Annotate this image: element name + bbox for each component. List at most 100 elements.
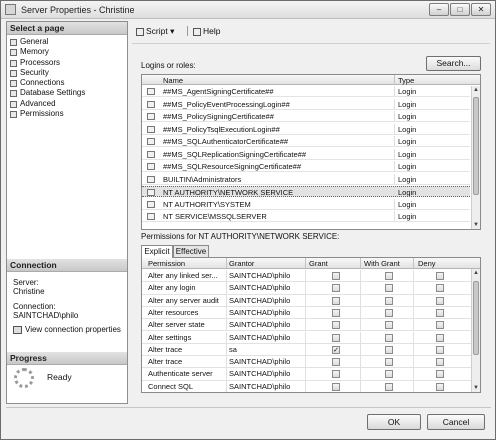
login-row[interactable]: NT AUTHORITY\SYSTEM Login: [142, 198, 470, 210]
column-divider: [226, 294, 227, 307]
with-grant-checkbox[interactable]: [385, 308, 393, 317]
column-divider: [413, 258, 414, 268]
page-item-advanced[interactable]: Advanced: [9, 99, 127, 109]
with-grant-checkbox[interactable]: [385, 272, 393, 280]
grant-checkbox[interactable]: [332, 333, 340, 342]
grant-checkbox[interactable]: [332, 321, 340, 330]
grant-checkbox[interactable]: [332, 272, 340, 280]
page-item-security[interactable]: Security: [9, 68, 127, 78]
permission-row[interactable]: Alter any linked ser... SAINTCHAD\philo: [142, 270, 472, 283]
permissions-grid[interactable]: Permission Grantor Grant With Grant Deny…: [141, 257, 481, 393]
login-row[interactable]: BUILTIN\Administrators Login: [142, 173, 470, 185]
permission-row[interactable]: Connect SQL SAINTCHAD\philo: [142, 380, 472, 392]
login-row[interactable]: NT AUTHORITY\NETWORK SERVICE Login: [142, 186, 470, 198]
progress-status: Ready: [47, 372, 72, 382]
grant-checkbox[interactable]: [332, 382, 340, 391]
permissions-scrollbar[interactable]: ▲ ▼: [471, 269, 480, 392]
column-divider: [360, 258, 361, 268]
page-icon: [10, 39, 17, 46]
permission-row[interactable]: Alter resources SAINTCHAD\philo: [142, 306, 472, 320]
with-grant-checkbox[interactable]: [385, 370, 393, 379]
column-header-permission[interactable]: Permission: [148, 259, 185, 268]
column-header-deny[interactable]: Deny: [418, 259, 436, 268]
grant-checkbox[interactable]: [332, 284, 340, 293]
column-header-name[interactable]: Name: [163, 76, 183, 85]
column-divider: [226, 282, 227, 295]
script-button[interactable]: Script ▾: [136, 26, 174, 37]
minimize-button[interactable]: –: [429, 3, 449, 16]
cancel-button[interactable]: Cancel: [427, 414, 485, 430]
login-row[interactable]: ##MS_AgentSigningCertificate## Login: [142, 86, 470, 98]
with-grant-checkbox[interactable]: [385, 284, 393, 293]
scroll-up-icon[interactable]: ▲: [472, 86, 480, 95]
page-item-permissions[interactable]: Permissions: [9, 109, 127, 119]
with-grant-checkbox[interactable]: [385, 333, 393, 342]
title-bar[interactable]: Server Properties - Christine – □ ✕: [1, 1, 495, 19]
login-row[interactable]: ##MS_PolicySigningCertificate## Login: [142, 111, 470, 123]
deny-checkbox[interactable]: [436, 345, 444, 354]
page-item-general[interactable]: General: [9, 37, 127, 47]
with-grant-checkbox[interactable]: [385, 345, 393, 354]
ok-button[interactable]: OK: [367, 414, 421, 430]
column-divider: [413, 306, 414, 319]
login-row[interactable]: ##MS_SQLAuthenticatorCertificate## Login: [142, 136, 470, 148]
permission-row[interactable]: Alter any login SAINTCHAD\philo: [142, 282, 472, 295]
grant-checkbox[interactable]: [332, 308, 340, 317]
permission-row[interactable]: Alter server state SAINTCHAD\philo: [142, 319, 472, 332]
column-header-with-grant[interactable]: With Grant: [364, 259, 400, 268]
page-item-label: Database Settings: [20, 88, 86, 98]
deny-checkbox[interactable]: [436, 284, 444, 293]
deny-checkbox[interactable]: [436, 321, 444, 330]
tab-explicit[interactable]: Explicit: [141, 245, 173, 258]
scroll-down-icon[interactable]: ▼: [472, 384, 480, 392]
deny-checkbox[interactable]: [436, 382, 444, 391]
login-row[interactable]: ##MS_SQLReplicationSigningCertificate## L…: [142, 148, 470, 160]
deny-checkbox[interactable]: [436, 333, 444, 342]
with-grant-checkbox[interactable]: [385, 321, 393, 330]
logins-grid[interactable]: Name Type ##MS_AgentSigningCertificate##…: [141, 74, 481, 230]
scroll-thumb[interactable]: [473, 97, 479, 195]
close-button[interactable]: ✕: [471, 3, 491, 16]
search-button[interactable]: Search...: [426, 56, 481, 71]
maximize-button[interactable]: □: [450, 3, 470, 16]
deny-checkbox[interactable]: [436, 296, 444, 305]
page-item-processors[interactable]: Processors: [9, 58, 127, 68]
column-header-grant[interactable]: Grant: [309, 259, 328, 268]
scroll-up-icon[interactable]: ▲: [472, 269, 480, 278]
logins-scrollbar[interactable]: ▲ ▼: [471, 86, 480, 229]
page-item-memory[interactable]: Memory: [9, 47, 127, 57]
permission-row[interactable]: Authenticate server SAINTCHAD\philo: [142, 368, 472, 381]
page-item-connections[interactable]: Connections: [9, 78, 127, 88]
permission-row[interactable]: Alter settings SAINTCHAD\philo: [142, 331, 472, 344]
properties-icon: [13, 325, 22, 334]
scroll-down-icon[interactable]: ▼: [472, 221, 480, 229]
deny-checkbox[interactable]: [436, 370, 444, 379]
grant-checkbox[interactable]: ✓: [332, 345, 340, 354]
grant-checkbox[interactable]: [332, 370, 340, 379]
login-row[interactable]: ##MS_PolicyTsqlExecutionLogin## Login: [142, 123, 470, 135]
with-grant-checkbox[interactable]: [385, 382, 393, 391]
grant-checkbox[interactable]: [332, 358, 340, 367]
tab-effective[interactable]: Effective: [173, 245, 209, 257]
deny-checkbox[interactable]: [436, 358, 444, 367]
page-item-database-settings[interactable]: Database Settings: [9, 88, 127, 98]
deny-checkbox[interactable]: [436, 308, 444, 317]
login-row[interactable]: ##MS_PolicyEventProcessingLogin## Login: [142, 98, 470, 110]
permission-row[interactable]: Alter trace SAINTCHAD\philo: [142, 356, 472, 369]
permission-row[interactable]: Alter trace sa ✓: [142, 343, 472, 357]
column-header-grantor[interactable]: Grantor: [229, 259, 254, 268]
with-grant-checkbox[interactable]: [385, 358, 393, 367]
column-header-type[interactable]: Type: [398, 76, 414, 85]
view-connection-properties-link[interactable]: View connection properties: [13, 325, 121, 334]
with-grant-checkbox[interactable]: [385, 296, 393, 305]
login-row[interactable]: NT SERVICE\MSSQLSERVER Login: [142, 211, 470, 223]
scroll-thumb[interactable]: [473, 281, 479, 355]
column-divider: [360, 356, 361, 369]
permission-row[interactable]: Alter any server audit SAINTCHAD\philo: [142, 294, 472, 307]
login-row[interactable]: ##MS_SQLResourceSigningCertificate## Logi…: [142, 161, 470, 173]
help-button[interactable]: Help: [193, 26, 220, 36]
deny-checkbox[interactable]: [436, 272, 444, 280]
grant-checkbox[interactable]: [332, 296, 340, 305]
footer-divider: [6, 407, 491, 408]
login-type: Login: [398, 149, 417, 159]
